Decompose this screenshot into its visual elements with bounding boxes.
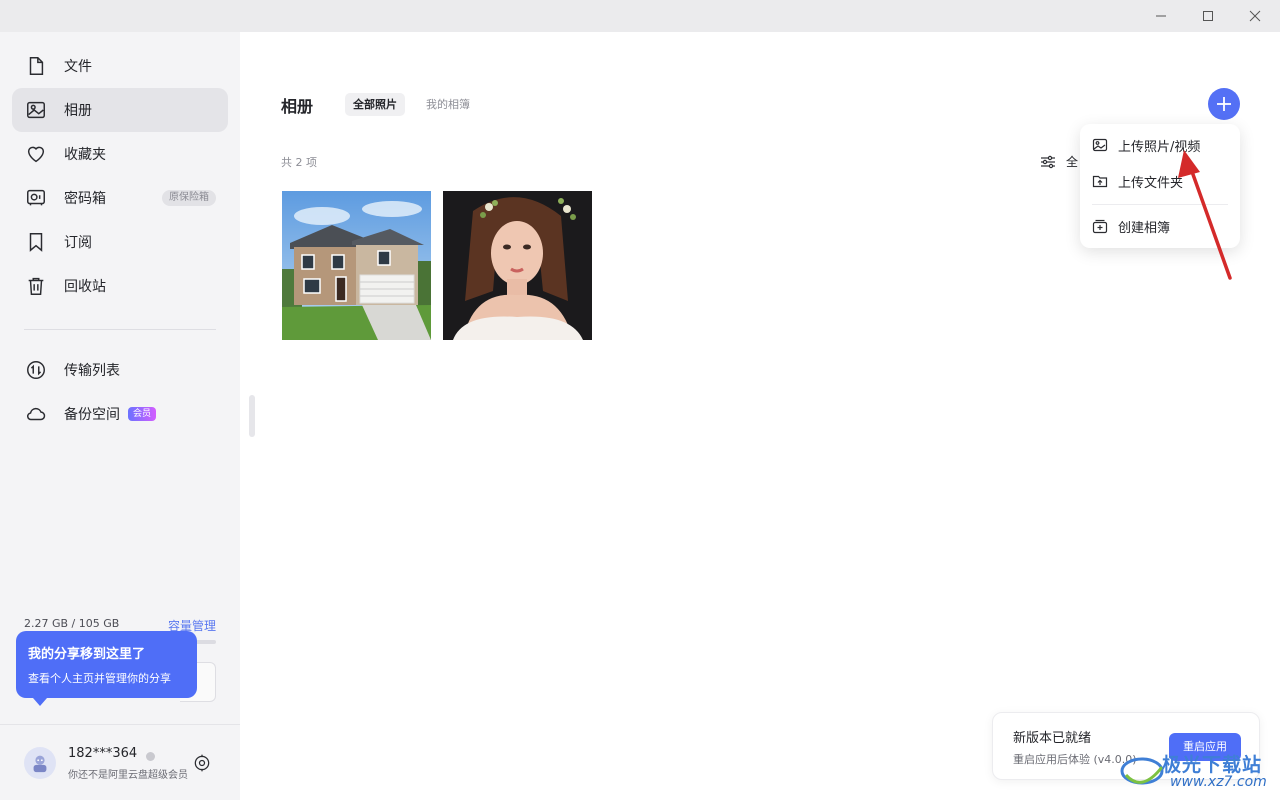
- sidebar-item-label: 订阅: [64, 235, 92, 251]
- gear-icon[interactable]: [192, 753, 212, 773]
- user-section-divider: [0, 724, 240, 725]
- maximize-button[interactable]: [1185, 0, 1231, 32]
- sidebar-item-recycle-bin[interactable]: 回收站: [12, 264, 228, 308]
- sidebar-item-transfer-list[interactable]: 传输列表: [12, 348, 228, 392]
- filter-label: 全: [1066, 155, 1079, 169]
- safe-box-badge: 原保险箱: [162, 190, 216, 206]
- safe-box-icon: [24, 186, 48, 210]
- tooltip-description: 查看个人主页并管理你的分享: [28, 672, 171, 685]
- menu-item-label: 创建相簿: [1118, 220, 1171, 236]
- photo-thumbnail-portrait[interactable]: [443, 191, 592, 340]
- tooltip-title: 我的分享移到这里了: [28, 647, 146, 662]
- photo-album-icon: [24, 98, 48, 122]
- user-name[interactable]: 182***364: [68, 746, 137, 761]
- filter-button[interactable]: 全: [1040, 153, 1078, 170]
- photo-thumbnail-house[interactable]: [282, 191, 431, 340]
- toast-subtitle: 重启应用后体验 (v4.0.0): [1013, 753, 1137, 766]
- image-upload-icon: [1092, 138, 1108, 152]
- avatar[interactable]: [24, 747, 56, 779]
- bookmark-icon: [24, 230, 48, 254]
- watermark-url: www.xz7.com: [1170, 774, 1267, 790]
- tab-my-albums[interactable]: 我的相簿: [418, 93, 478, 116]
- sidebar-item-backup-space[interactable]: 备份空间 会员: [12, 392, 228, 436]
- sidebar-item-password-box[interactable]: 密码箱 原保险箱: [12, 176, 228, 220]
- close-icon: [1249, 10, 1261, 22]
- page-title: 相册: [281, 97, 314, 116]
- sliders-icon: [1041, 155, 1055, 168]
- minimize-icon: [1156, 15, 1166, 17]
- tab-all-photos[interactable]: 全部照片: [345, 93, 405, 116]
- user-membership-text: 你还不是阿里云盘超级会员: [68, 770, 188, 781]
- close-window-button[interactable]: [1232, 0, 1278, 32]
- watermark-text: 极光下载站: [1162, 754, 1263, 776]
- sidebar-item-label: 文件: [64, 59, 92, 75]
- share-moved-tooltip[interactable]: 我的分享移到这里了 查看个人主页并管理你的分享: [16, 631, 197, 698]
- add-button[interactable]: [1208, 88, 1240, 120]
- sidebar-item-label: 相册: [64, 103, 92, 119]
- sidebar-resize-handle[interactable]: [249, 395, 255, 437]
- plus-icon: [1217, 97, 1231, 111]
- tooltip-arrow: [33, 698, 47, 706]
- sidebar-item-files[interactable]: 文件: [12, 44, 228, 88]
- storage-usage-text: 2.27 GB / 105 GB: [24, 617, 120, 630]
- sidebar-item-subscription[interactable]: 订阅: [12, 220, 228, 264]
- file-icon: [24, 54, 48, 78]
- create-album-icon: [1092, 219, 1108, 234]
- user-status-icon: [146, 752, 155, 761]
- red-arrow-annotation: [1178, 150, 1232, 280]
- sidebar-item-label: 收藏夹: [64, 147, 106, 163]
- sidebar-item-label: 密码箱: [64, 191, 106, 207]
- cloud-icon: [24, 402, 48, 426]
- toast-title: 新版本已就绪: [1013, 731, 1092, 746]
- minimize-button[interactable]: [1138, 0, 1184, 32]
- transfer-icon: [24, 358, 48, 382]
- trash-icon: [24, 274, 48, 298]
- item-count: 共 2 项: [281, 156, 317, 169]
- avatar-icon: [33, 755, 47, 773]
- folder-upload-icon: [1092, 175, 1108, 188]
- sidebar-item-label: 回收站: [64, 279, 106, 295]
- title-bar: [0, 0, 1280, 32]
- maximize-icon: [1203, 11, 1213, 21]
- heart-icon: [24, 142, 48, 166]
- sidebar-item-favorites[interactable]: 收藏夹: [12, 132, 228, 176]
- sidebar-item-album[interactable]: 相册: [12, 88, 228, 132]
- vip-badge: 会员: [128, 407, 157, 421]
- sidebar-item-label: 备份空间: [64, 407, 120, 423]
- sidebar-divider: [24, 329, 216, 330]
- sidebar-item-label: 传输列表: [64, 363, 120, 379]
